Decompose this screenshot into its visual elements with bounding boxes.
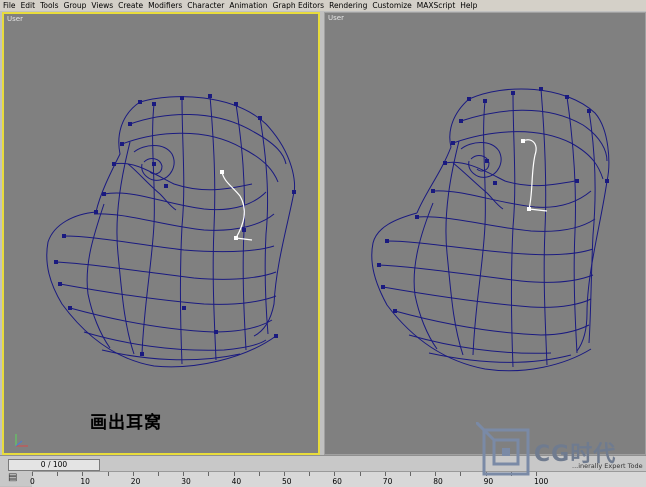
ruler-tick (233, 472, 235, 476)
menu-modifiers[interactable]: Modifiers (148, 1, 182, 10)
ruler-tick (183, 472, 185, 476)
caption-text: 画出耳窝 (90, 413, 162, 433)
viewport-right[interactable]: User (324, 12, 646, 455)
ruler-tick (384, 472, 386, 476)
ruler-tick (309, 472, 311, 476)
menu-animation[interactable]: Animation (229, 1, 267, 10)
cg-logo-icon (476, 422, 530, 476)
time-slider[interactable]: 0 / 100 (8, 459, 100, 471)
ruler-tick (82, 472, 84, 476)
wireframe-mesh[interactable] (4, 14, 320, 455)
menu-file[interactable]: File (3, 1, 16, 10)
ruler-tick (107, 472, 109, 476)
menu-create[interactable]: Create (118, 1, 143, 10)
ruler-tick (435, 472, 437, 476)
menu-views[interactable]: Views (91, 1, 113, 10)
ruler-tick (334, 472, 336, 476)
ruler-tick (284, 472, 285, 476)
menu-bar: File Edit Tools Group Views Create Modifiers Ch… (0, 0, 646, 11)
watermark: CG时代 ...inerally Expert Tode (472, 420, 646, 485)
menu-maxscript[interactable]: MAXScript (417, 1, 456, 10)
ruler-tick (359, 472, 361, 476)
menu-group[interactable]: Group (64, 1, 87, 10)
viewport-left[interactable]: User 画出耳窝 (2, 12, 320, 455)
ruler-tick (208, 472, 210, 476)
menu-customize[interactable]: Customize (372, 1, 411, 10)
ruler-tick (410, 472, 411, 476)
ruler-tick (258, 472, 260, 476)
wireframe-mesh[interactable] (325, 13, 646, 455)
menu-tools[interactable]: Tools (40, 1, 58, 10)
track-bar-icon[interactable]: ▤ (8, 472, 20, 484)
menu-character[interactable]: Character (187, 1, 224, 10)
ruler-tick (57, 472, 59, 476)
ruler-tick (158, 472, 159, 476)
menu-rendering[interactable]: Rendering (329, 1, 367, 10)
ruler-tick (132, 472, 134, 476)
menu-graph-editors[interactable]: Graph Editors (273, 1, 325, 10)
menu-help[interactable]: Help (460, 1, 477, 10)
menu-edit[interactable]: Edit (21, 1, 36, 10)
watermark-subtext: ...inerally Expert Tode (572, 462, 643, 470)
ruler-tick (460, 472, 462, 476)
ruler-tick (32, 472, 33, 476)
